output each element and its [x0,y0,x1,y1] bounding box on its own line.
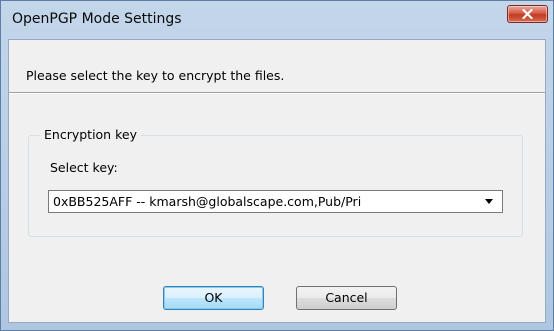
header-separator [9,92,545,94]
cancel-button[interactable]: Cancel [296,286,397,310]
instruction-text: Please select the key to encrypt the fil… [26,68,285,83]
dialog-window: OpenPGP Mode Settings Please select the … [0,0,554,331]
close-button[interactable] [507,5,548,23]
close-icon [522,9,533,19]
encryption-key-group: Encryption key Select key: 0xBB525AFF --… [28,127,523,237]
key-select-dropdown[interactable]: 0xBB525AFF -- kmarsh@globalscape.com,Pub… [48,190,503,213]
selected-key-value: 0xBB525AFF -- kmarsh@globalscape.com,Pub… [53,194,362,209]
ok-button[interactable]: OK [163,286,264,310]
window-title: OpenPGP Mode Settings [12,11,182,27]
dialog-client-area: Please select the key to encrypt the fil… [8,39,546,323]
select-key-label: Select key: [50,160,118,175]
group-legend: Encryption key [40,127,141,142]
title-bar[interactable]: OpenPGP Mode Settings [1,1,553,39]
chevron-down-icon[interactable] [485,199,493,204]
